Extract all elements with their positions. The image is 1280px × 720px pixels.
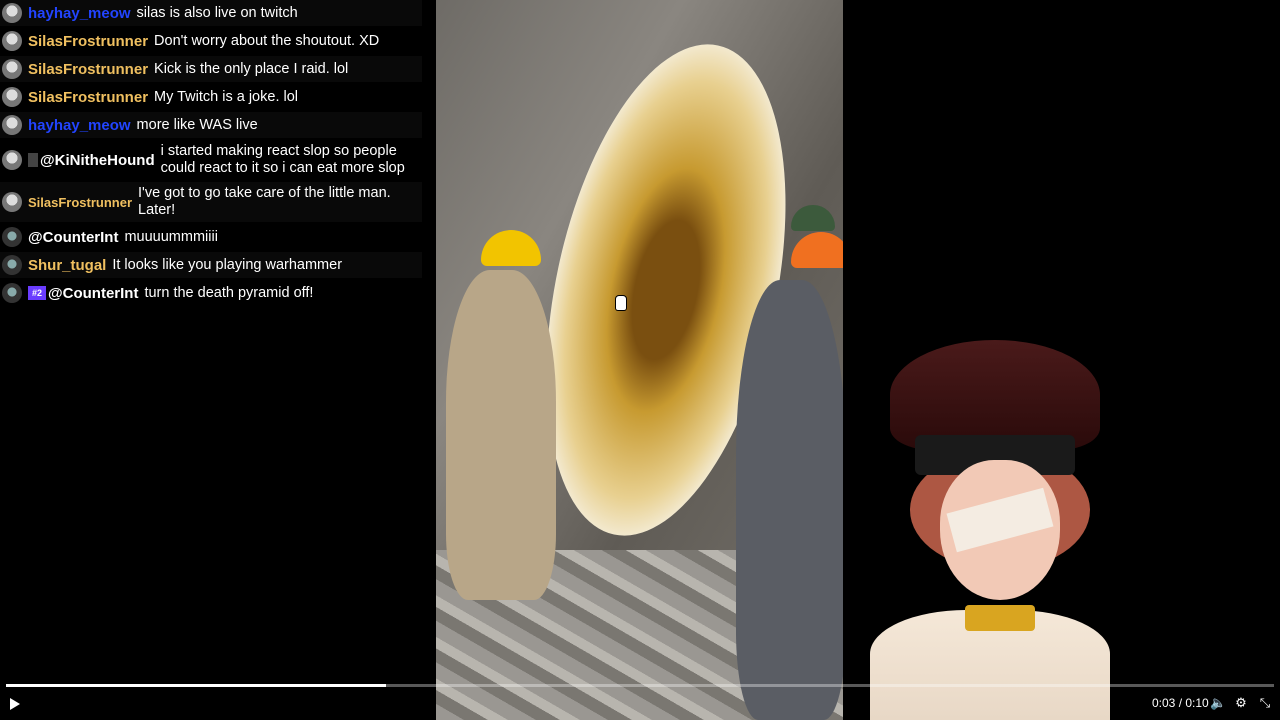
chat-message-text: I've got to go take care of the little m… <box>138 185 391 218</box>
chat-message: hayhay_meow more like WAS live <box>0 112 422 138</box>
officer-cap <box>890 340 1100 450</box>
progress-fill <box>6 684 387 687</box>
user-avatar-icon[interactable] <box>2 255 22 275</box>
chat-message-text: more like WAS live <box>136 116 258 133</box>
chat-badge-icon <box>28 153 38 167</box>
chat-username[interactable]: hayhay_meow <box>28 5 131 22</box>
green-helmet <box>791 205 835 231</box>
chat-username[interactable]: @KiNitheHound <box>40 152 155 169</box>
user-avatar-icon[interactable] <box>2 227 22 247</box>
chat-username[interactable]: hayhay_meow <box>28 117 131 134</box>
chat-message: #2 @CounterInt turn the death pyramid off! <box>0 280 422 306</box>
chat-message: @CounterInt muuuummmiiii <box>0 224 422 250</box>
chat-badge-icon: #2 <box>28 286 46 300</box>
chat-message-text: Don't worry about the shoutout. XD <box>154 32 380 49</box>
chat-username[interactable]: SilasFrostrunner <box>28 89 148 106</box>
chat-message: SilasFrostrunner Kick is the only place I… <box>0 56 422 82</box>
chat-message: SilasFrostrunner I've got to go take care… <box>0 182 422 222</box>
chat-username[interactable]: Shur_tugal <box>28 257 106 274</box>
progress-bar[interactable] <box>6 684 1274 687</box>
worker-right <box>736 280 843 720</box>
user-avatar-icon[interactable] <box>2 192 22 212</box>
chat-message-text: silas is also live on twitch <box>136 4 298 21</box>
chat-panel: hayhay_meow silas is also live on twitch S… <box>0 0 422 308</box>
video-frame[interactable] <box>436 0 843 720</box>
player-controls: 0:03 / 0:10 🔈 ⚙ ⤡ <box>0 682 1280 720</box>
user-avatar-icon[interactable] <box>2 87 22 107</box>
chat-username[interactable]: @CounterInt <box>28 229 118 246</box>
chat-message: SilasFrostrunner Don't worry about the sh… <box>0 28 422 54</box>
mouse-cursor <box>616 296 626 310</box>
user-avatar-icon[interactable] <box>2 3 22 23</box>
yellow-helmet <box>481 230 541 266</box>
gold-collar <box>965 605 1035 631</box>
orange-helmet <box>791 232 843 268</box>
chat-username[interactable]: SilasFrostrunner <box>28 195 132 210</box>
volume-icon[interactable]: 🔈 <box>1210 696 1226 710</box>
settings-icon[interactable]: ⚙ <box>1234 696 1248 710</box>
worker-left <box>446 270 556 600</box>
fullscreen-icon[interactable]: ⤡ <box>1258 696 1272 710</box>
chat-message-text: turn the death pyramid off! <box>144 284 314 301</box>
chat-message-text: My Twitch is a joke. lol <box>154 88 299 105</box>
chat-message: hayhay_meow silas is also live on twitch <box>0 0 422 26</box>
play-icon[interactable] <box>10 698 20 710</box>
chat-message-text: muuuummmiiii <box>124 228 218 245</box>
user-avatar-icon[interactable] <box>2 150 22 170</box>
user-avatar-icon[interactable] <box>2 115 22 135</box>
chat-message: @KiNitheHound i started making react slop… <box>0 140 422 180</box>
user-avatar-icon[interactable] <box>2 31 22 51</box>
vtuber-avatar <box>870 340 1110 720</box>
chat-message-text: Kick is the only place I raid. lol <box>154 60 349 77</box>
chat-username[interactable]: SilasFrostrunner <box>28 33 148 50</box>
chat-message-text: It looks like you playing warhammer <box>112 256 343 273</box>
chat-message: Shur_tugal It looks like you playing warh… <box>0 252 422 278</box>
chat-username[interactable]: @CounterInt <box>48 285 138 302</box>
user-avatar-icon[interactable] <box>2 59 22 79</box>
chat-message: SilasFrostrunner My Twitch is a joke. lol <box>0 84 422 110</box>
user-avatar-icon[interactable] <box>2 283 22 303</box>
chat-message-text: i started making react slop so people co… <box>160 143 405 176</box>
chat-username[interactable]: SilasFrostrunner <box>28 61 148 78</box>
time-display: 0:03 / 0:10 <box>1152 696 1209 710</box>
